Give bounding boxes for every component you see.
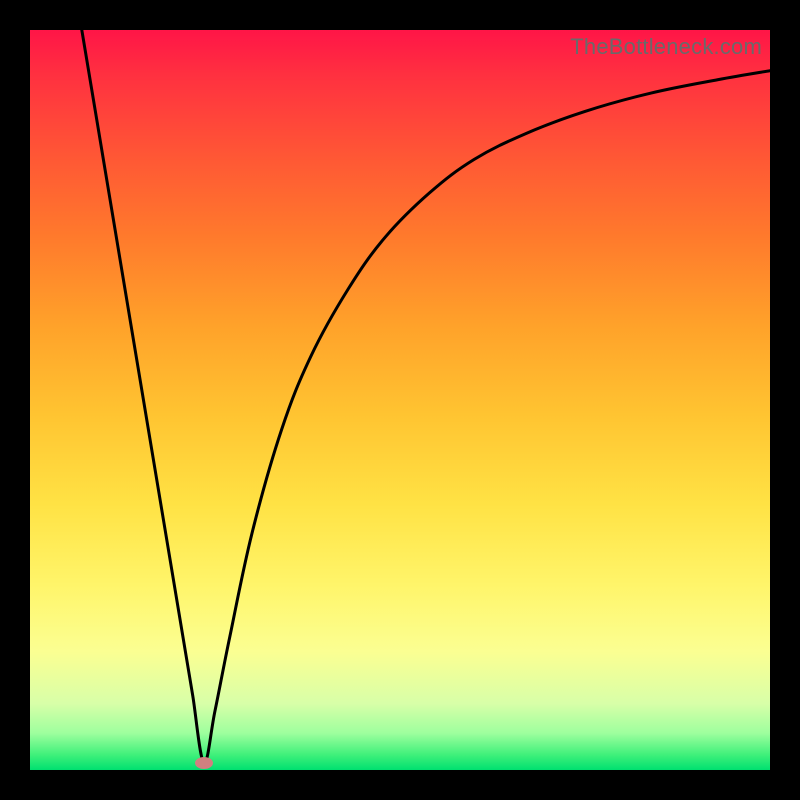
chart-frame: TheBottleneck.com xyxy=(0,0,800,800)
bottleneck-curve-path xyxy=(82,30,770,763)
plot-area: TheBottleneck.com xyxy=(30,30,770,770)
curve-svg xyxy=(30,30,770,770)
minimum-marker xyxy=(195,757,213,769)
